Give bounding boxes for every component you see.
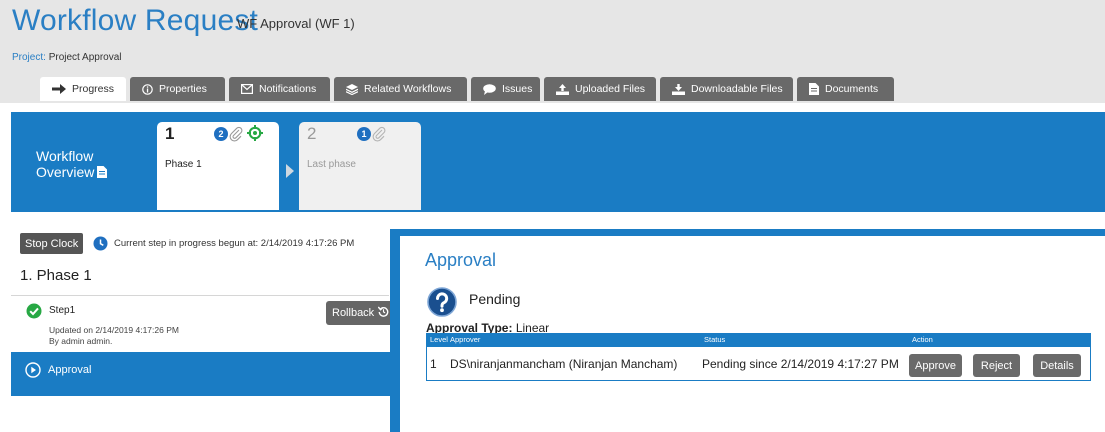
document-icon <box>97 165 108 181</box>
check-circle-icon <box>26 303 42 324</box>
envelope-icon <box>241 84 253 94</box>
rollback-icon <box>374 306 389 320</box>
page-header: Workflow Request WF Approval (WF 1) Proj… <box>0 0 1105 103</box>
step-updated-info: Updated on 2/14/2019 4:17:26 PM By admin… <box>49 325 179 346</box>
tab-documents[interactable]: Documents <box>797 77 894 101</box>
step-count-badge: 1 <box>357 127 371 141</box>
column-header-status: Status <box>704 335 726 344</box>
upload-icon <box>556 83 569 95</box>
workflow-overview-label[interactable]: Workflow Overview <box>36 148 108 181</box>
approve-button[interactable]: Approve <box>909 354 962 377</box>
layers-icon <box>346 83 358 95</box>
document-icon <box>809 83 819 95</box>
workflow-subtitle: WF Approval (WF 1) <box>237 16 355 31</box>
question-circle-icon <box>427 287 457 322</box>
paperclip-icon <box>372 126 386 147</box>
phase-card-2[interactable]: 2 1 Last phase <box>299 122 421 210</box>
approval-step-label: Approval <box>48 364 92 376</box>
tab-label: Progress <box>72 83 115 95</box>
project-line: Project: Project Approval <box>12 52 122 63</box>
tab-label: Uploaded Files <box>575 83 646 95</box>
divider <box>11 295 389 296</box>
approval-title: Approval <box>425 250 497 270</box>
phase-arrow-icon <box>286 164 294 178</box>
stop-clock-button[interactable]: Stop Clock <box>20 233 84 254</box>
tab-label: Documents <box>825 83 879 95</box>
tab-related-workflows[interactable]: Related Workflows <box>334 77 467 101</box>
approver-table-header: Level Approver Status Action <box>426 333 1091 347</box>
step-count-badge: 2 <box>214 127 228 141</box>
arrow-right-icon <box>52 84 66 94</box>
cell-level: 1 <box>430 357 437 371</box>
reject-button[interactable]: Reject <box>973 354 1020 377</box>
current-step-text: Current step in progress begun at: 2/14/… <box>114 238 355 249</box>
project-label[interactable]: Project: <box>12 52 46 63</box>
column-header-action: Action <box>912 335 933 344</box>
target-icon <box>247 125 263 146</box>
phase-name: Phase 1 <box>165 159 202 170</box>
tab-progress[interactable]: Progress <box>40 77 126 101</box>
tab-label: Related Workflows <box>364 83 452 95</box>
project-value: Project Approval <box>48 52 122 63</box>
phase-title: 1. Phase 1 <box>20 267 92 284</box>
tab-label: Notifications <box>259 83 317 95</box>
phase-number: 2 <box>307 124 317 143</box>
column-header-approver: Approver <box>450 335 481 344</box>
phase-name: Last phase <box>307 159 356 170</box>
phase-number: 1 <box>165 124 175 143</box>
phase-card-1[interactable]: 1 2 Phase 1 <box>157 122 279 210</box>
page-title: Workflow Request <box>12 4 259 37</box>
tab-bar: Progress Properties Notifications Relate… <box>40 77 894 101</box>
paperclip-icon <box>229 126 243 147</box>
tab-label: Downloadable Files <box>691 83 783 95</box>
tab-label: Issues <box>502 83 533 95</box>
column-header-level: Level <box>430 335 448 344</box>
approval-status: Pending <box>469 291 521 307</box>
step-name: Step1 <box>49 305 76 316</box>
cell-approver: DS\niranjanmancham (Niranjan Mancham) <box>450 357 678 371</box>
approval-step-row[interactable]: Approval <box>11 352 391 396</box>
tab-downloadable-files[interactable]: Downloadable Files <box>660 77 793 101</box>
tab-label: Properties <box>159 83 207 95</box>
clock-icon <box>93 236 108 256</box>
tab-uploaded-files[interactable]: Uploaded Files <box>544 77 656 101</box>
details-button[interactable]: Details <box>1033 354 1081 377</box>
info-icon <box>142 83 153 95</box>
tab-notifications[interactable]: Notifications <box>229 77 330 101</box>
cell-status: Pending since 2/14/2019 4:17:27 PM <box>702 357 899 371</box>
speech-bubble-icon <box>483 83 496 95</box>
rollback-button[interactable]: Rollback <box>326 301 396 325</box>
tab-properties[interactable]: Properties <box>130 77 225 101</box>
tab-issues[interactable]: Issues <box>471 77 540 101</box>
download-icon <box>672 83 685 95</box>
play-circle-icon <box>25 362 41 383</box>
workflow-overview-band: Workflow Overview 1 2 Phase 1 2 1 Last p… <box>11 112 1105 212</box>
